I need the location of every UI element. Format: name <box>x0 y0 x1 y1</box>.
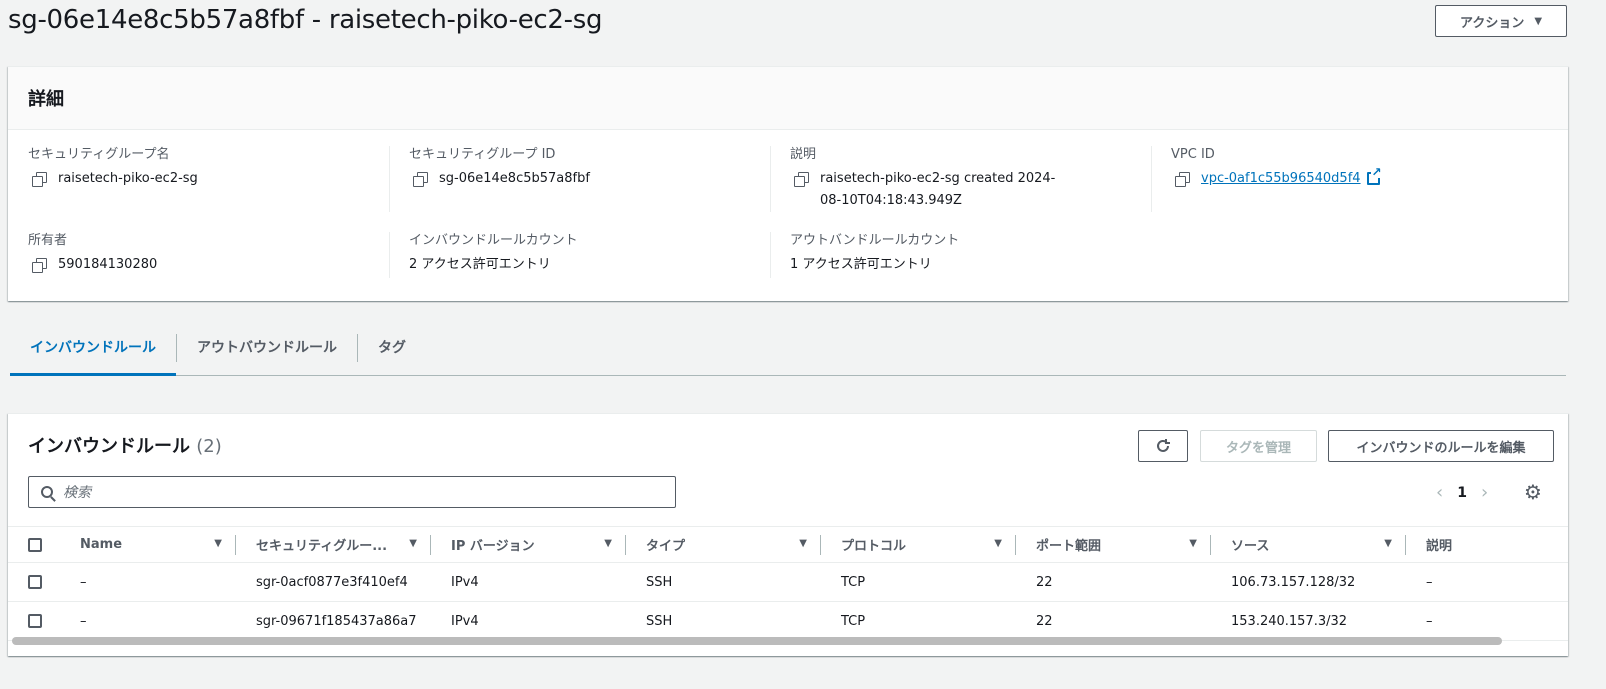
table-row[interactable]: – sgr-09671f185437a86a7 IPv4 SSH TCP 22 … <box>8 601 1568 641</box>
table-header-row: Name ▼ セキュリティグルー... ▼ IP バージョン ▼ タイプ ▼ プロトコル… <box>8 526 1568 563</box>
owner-value: 590184130280 <box>58 257 158 272</box>
sg-id-field: セキュリティグループ ID sg-06e14e8c5b57a8fbf <box>389 146 769 190</box>
external-link-icon <box>1366 166 1382 185</box>
tab-outbound-rules[interactable]: アウトバウンドルール <box>177 330 357 375</box>
owner-label: 所有者 <box>28 233 68 248</box>
col-name[interactable]: Name ▼ <box>60 526 236 563</box>
horizontal-scrollbar[interactable] <box>12 637 1502 645</box>
cell-port-range: 22 <box>1016 601 1211 641</box>
copy-icon[interactable] <box>32 172 47 187</box>
copy-icon[interactable] <box>794 172 809 187</box>
chevron-left-icon[interactable]: ‹ <box>1436 482 1443 503</box>
inbound-count-value: 2 アクセス許可エントリ <box>409 257 551 272</box>
tab-inbound-rules[interactable]: インバウンドルール <box>10 330 176 376</box>
description-label: 説明 <box>790 147 817 162</box>
description-field: 説明 raisetech-piko-ec2-sg created 2024-08… <box>770 146 1060 212</box>
refresh-icon <box>1157 439 1170 452</box>
cell-description: – <box>1406 601 1568 641</box>
cell-name: – <box>60 601 236 641</box>
cell-type: SSH <box>626 601 821 641</box>
col-protocol[interactable]: プロトコル ▼ <box>821 526 1016 563</box>
owner-field: 所有者 590184130280 <box>8 232 388 276</box>
cell-source: 106.73.157.128/32 <box>1211 562 1406 602</box>
rules-title: インバウンドルール (2) <box>28 432 222 458</box>
vpc-id-field: VPC ID vpc-0af1c55b96540d5f4 <box>1151 146 1551 190</box>
row-checkbox[interactable] <box>28 614 42 628</box>
details-grid: セキュリティグループ名 raisetech-piko-ec2-sg セキュリティ… <box>8 130 1568 301</box>
outbound-count-field: アウトバンドルールカウント 1 アクセス許可エントリ <box>770 232 1150 276</box>
vpc-id-link[interactable]: vpc-0af1c55b96540d5f4 <box>1201 168 1361 190</box>
inbound-count-field: インバウンドルールカウント 2 アクセス許可エントリ <box>389 232 769 276</box>
col-sg-rule[interactable]: セキュリティグルー... ▼ <box>236 526 431 563</box>
tab-tags[interactable]: タグ <box>358 330 426 375</box>
refresh-button[interactable] <box>1138 430 1188 462</box>
copy-icon[interactable] <box>1175 172 1190 187</box>
col-ip-version[interactable]: IP バージョン ▼ <box>431 526 626 563</box>
cell-rule-id: sgr-0acf0877e3f410ef4 <box>236 562 431 602</box>
row-checkbox[interactable] <box>28 575 42 589</box>
outbound-count-value: 1 アクセス許可エントリ <box>790 257 932 272</box>
inbound-count-label: インバウンドルールカウント <box>409 233 578 248</box>
sg-name-label: セキュリティグループ名 <box>28 147 170 162</box>
cell-name: – <box>60 562 236 602</box>
sg-id-label: セキュリティグループ ID <box>409 147 556 162</box>
copy-icon[interactable] <box>413 172 428 187</box>
cell-description: – <box>1406 562 1568 602</box>
cell-protocol: TCP <box>821 562 1016 602</box>
pagination: ‹ 1 › <box>1436 482 1488 503</box>
select-all-checkbox[interactable] <box>28 537 42 552</box>
cell-ip-version: IPv4 <box>431 601 626 641</box>
rules-title-text: インバウンドルール <box>28 436 190 457</box>
search-input[interactable]: 検索 <box>28 476 676 508</box>
copy-icon[interactable] <box>32 258 47 273</box>
sg-name-value: raisetech-piko-ec2-sg <box>58 171 198 186</box>
sg-id-value: sg-06e14e8c5b57a8fbf <box>439 171 590 186</box>
cell-rule-id: sgr-09671f185437a86a7 <box>236 601 431 641</box>
actions-label: アクション <box>1459 15 1525 31</box>
actions-button[interactable]: アクション ▼ <box>1435 5 1567 37</box>
vpc-id-label: VPC ID <box>1171 147 1215 162</box>
manage-tags-button[interactable]: タグを管理 <box>1200 430 1317 462</box>
tab-bar: インバウンドルール アウトバウンドルール タグ <box>10 330 1566 376</box>
page-number[interactable]: 1 <box>1457 485 1467 501</box>
search-icon <box>41 486 53 498</box>
outbound-count-label: アウトバンドルールカウント <box>790 233 960 248</box>
details-panel: 詳細 セキュリティグループ名 raisetech-piko-ec2-sg セキュ… <box>8 66 1568 301</box>
edit-inbound-rules-button[interactable]: インバウンドのルールを編集 <box>1328 430 1554 462</box>
rules-count: (2) <box>196 436 222 457</box>
details-heading: 詳細 <box>8 67 1568 130</box>
gear-icon[interactable]: ⚙ <box>1524 480 1542 504</box>
cell-protocol: TCP <box>821 601 1016 641</box>
caret-down-icon: ▼ <box>1534 15 1543 27</box>
chevron-right-icon[interactable]: › <box>1481 482 1488 503</box>
col-source[interactable]: ソース ▼ <box>1211 526 1406 563</box>
col-type[interactable]: タイプ ▼ <box>626 526 821 563</box>
cell-ip-version: IPv4 <box>431 562 626 602</box>
description-value: raisetech-piko-ec2-sg created 2024-08-10… <box>820 171 1056 208</box>
select-all-cell <box>8 526 60 563</box>
col-port-range[interactable]: ポート範囲 ▼ <box>1016 526 1211 563</box>
table-row[interactable]: – sgr-0acf0877e3f410ef4 IPv4 SSH TCP 22 … <box>8 562 1568 602</box>
sg-name-field: セキュリティグループ名 raisetech-piko-ec2-sg <box>8 146 388 190</box>
page-title: sg-06e14e8c5b57a8fbf - raisetech-piko-ec… <box>8 5 603 35</box>
search-placeholder: 検索 <box>63 485 91 501</box>
cell-port-range: 22 <box>1016 562 1211 602</box>
cell-type: SSH <box>626 562 821 602</box>
col-description[interactable]: 説明 <box>1406 526 1568 563</box>
inbound-rules-panel: インバウンドルール (2) タグを管理 インバウンドのルールを編集 検索 ‹ 1… <box>8 413 1568 656</box>
cell-source: 153.240.157.3/32 <box>1211 601 1406 641</box>
rules-table: Name ▼ セキュリティグルー... ▼ IP バージョン ▼ タイプ ▼ プロトコル… <box>8 526 1568 641</box>
